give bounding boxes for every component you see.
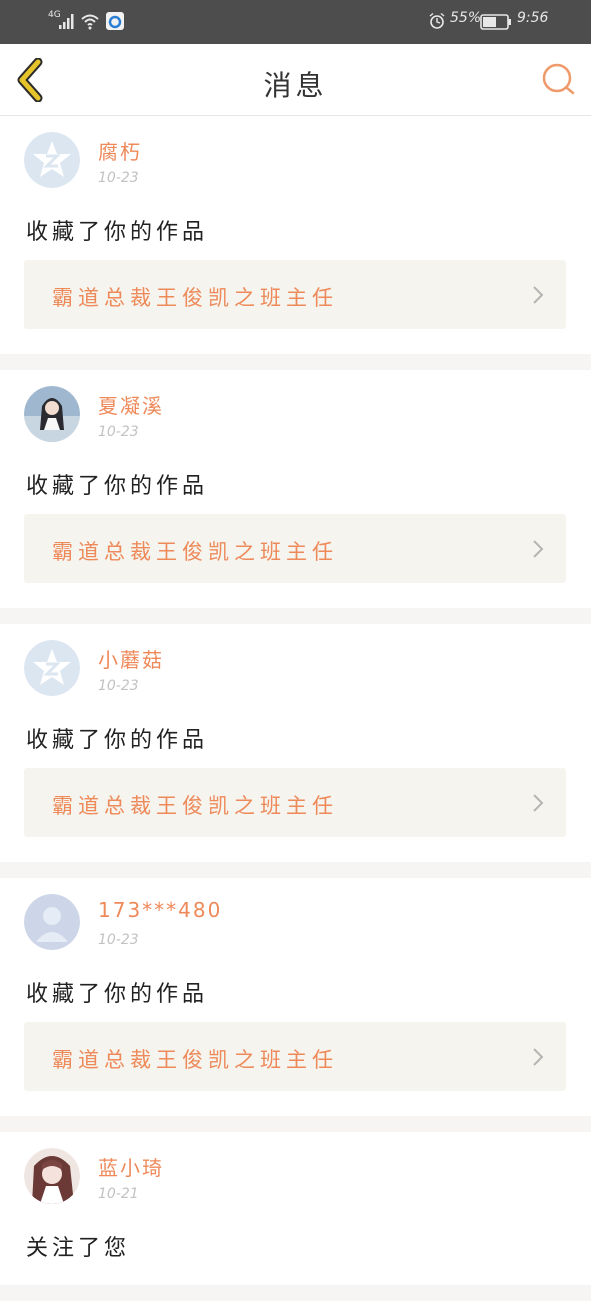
header-bar: 消息 bbox=[0, 44, 591, 116]
message-date: 10-23 bbox=[98, 170, 139, 186]
message-list: 腐朽 10-23 收藏了你的作品 霸道总裁王俊凯之班主任 夏凝溪 10-23 收… bbox=[0, 116, 591, 1301]
default-person-icon bbox=[24, 894, 80, 950]
divider bbox=[0, 1116, 591, 1132]
work-title: 霸道总裁王俊凯之班主任 bbox=[52, 1048, 338, 1072]
username[interactable]: 小蘑菇 bbox=[98, 644, 164, 673]
avatar[interactable] bbox=[24, 894, 80, 950]
avatar[interactable] bbox=[24, 132, 80, 188]
battery-icon bbox=[480, 14, 511, 30]
action-text: 收藏了你的作品 bbox=[26, 982, 209, 1007]
work-link-card[interactable]: 霸道总裁王俊凯之班主任 bbox=[24, 260, 566, 329]
status-bar: 4G 55% 9:56 bbox=[0, 0, 591, 44]
username[interactable]: 腐朽 bbox=[98, 136, 142, 165]
message-card: 夏凝溪 10-23 收藏了你的作品 霸道总裁王俊凯之班主任 bbox=[0, 370, 591, 608]
page-title: 消息 bbox=[263, 69, 328, 102]
qzone-star-icon bbox=[24, 132, 80, 188]
search-icon bbox=[542, 63, 575, 95]
work-link-card[interactable]: 霸道总裁王俊凯之班主任 bbox=[24, 768, 566, 837]
message-card: 腐朽 10-23 收藏了你的作品 霸道总裁王俊凯之班主任 bbox=[0, 116, 591, 354]
username[interactable]: 蓝小琦 bbox=[98, 1152, 164, 1181]
work-link-card[interactable]: 霸道总裁王俊凯之班主任 bbox=[24, 514, 566, 583]
avatar[interactable] bbox=[24, 640, 80, 696]
message-card: 173***480 10-23 收藏了你的作品 霸道总裁王俊凯之班主任 bbox=[0, 878, 591, 1116]
chevron-right-icon bbox=[533, 540, 544, 558]
divider bbox=[0, 862, 591, 878]
work-title: 霸道总裁王俊凯之班主任 bbox=[52, 794, 338, 818]
app-icon bbox=[106, 12, 124, 30]
signal-icon bbox=[59, 14, 74, 29]
qzone-star-icon bbox=[24, 640, 80, 696]
alarm-icon bbox=[429, 12, 445, 29]
username[interactable]: 夏凝溪 bbox=[98, 390, 164, 419]
action-text: 收藏了你的作品 bbox=[26, 728, 209, 753]
avatar[interactable] bbox=[24, 1148, 80, 1204]
anime-avatar-icon bbox=[24, 1148, 80, 1204]
chevron-right-icon bbox=[533, 794, 544, 812]
message-date: 10-23 bbox=[98, 424, 139, 440]
divider bbox=[0, 354, 591, 370]
message-date: 10-23 bbox=[98, 932, 139, 948]
clock-time: 9:56 bbox=[517, 10, 549, 26]
message-date: 10-21 bbox=[98, 1186, 139, 1202]
message-date: 10-23 bbox=[98, 678, 139, 694]
search-button[interactable] bbox=[539, 60, 579, 100]
divider bbox=[0, 1285, 591, 1301]
action-text: 收藏了你的作品 bbox=[26, 220, 209, 245]
battery-percent: 55% bbox=[450, 10, 482, 26]
chevron-right-icon bbox=[533, 1048, 544, 1066]
message-card: 蓝小琦 10-21 关注了您 bbox=[0, 1132, 591, 1285]
avatar[interactable] bbox=[24, 386, 80, 442]
work-title: 霸道总裁王俊凯之班主任 bbox=[52, 286, 338, 310]
photo-avatar-icon bbox=[24, 386, 80, 442]
wifi-icon bbox=[81, 14, 99, 30]
action-text: 关注了您 bbox=[26, 1236, 131, 1261]
message-card: 小蘑菇 10-23 收藏了你的作品 霸道总裁王俊凯之班主任 bbox=[0, 624, 591, 862]
username[interactable]: 173***480 bbox=[98, 898, 222, 922]
divider bbox=[0, 608, 591, 624]
action-text: 收藏了你的作品 bbox=[26, 474, 209, 499]
work-link-card[interactable]: 霸道总裁王俊凯之班主任 bbox=[24, 1022, 566, 1091]
work-title: 霸道总裁王俊凯之班主任 bbox=[52, 540, 338, 564]
chevron-right-icon bbox=[533, 286, 544, 304]
